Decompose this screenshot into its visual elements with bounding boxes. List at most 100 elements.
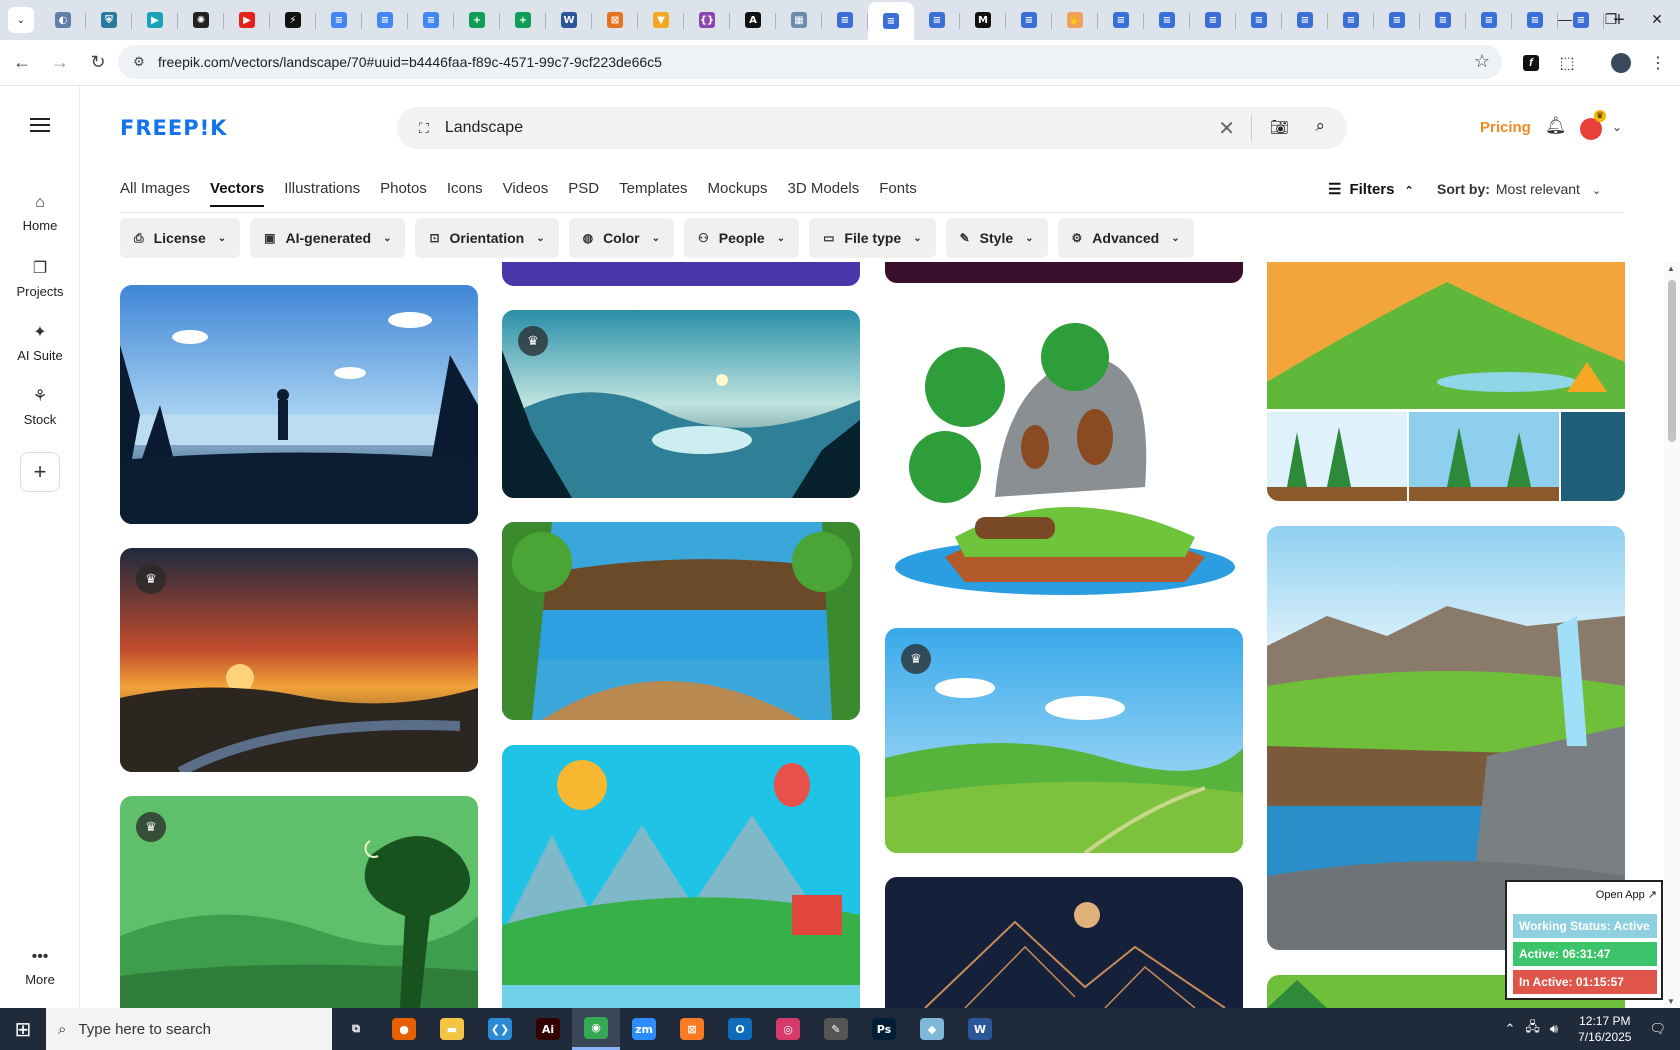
result-card[interactable]: ♛ xyxy=(885,628,1243,853)
search-type-icon[interactable]: ⛶ xyxy=(419,120,429,137)
result-card[interactable] xyxy=(885,307,1243,601)
sidebar-item-ai-suite[interactable]: ✦ AI Suite xyxy=(0,322,80,363)
taskbar-app[interactable]: W xyxy=(956,1008,1004,1050)
filter-file-type-button[interactable]: ▭ File type ⌄ xyxy=(809,218,936,258)
taskbar-app[interactable]: Ai xyxy=(524,1008,572,1050)
tab-psd[interactable]: PSD xyxy=(568,180,599,207)
browser-tab[interactable]: ≡ xyxy=(316,3,362,37)
taskbar-app[interactable]: ● xyxy=(380,1008,428,1050)
tab-3d-models[interactable]: 3D Models xyxy=(788,180,860,207)
sidebar-item-projects[interactable]: ❐ Projects xyxy=(0,258,80,299)
sidebar-item-home[interactable]: ⌂ Home xyxy=(0,194,80,233)
tab-search-dropdown[interactable]: ⌄ xyxy=(8,7,34,33)
browser-tab[interactable]: ⚡ xyxy=(270,3,316,37)
close-window-icon[interactable]: ✕ xyxy=(1634,0,1680,38)
taskbar-search[interactable]: ⌕ Type here to search xyxy=(46,1008,332,1050)
browser-tab[interactable]: ≡ xyxy=(1420,3,1466,37)
browser-tab[interactable]: {} xyxy=(684,3,730,37)
browser-tab[interactable]: ≡ xyxy=(914,3,960,37)
result-card[interactable] xyxy=(120,285,478,524)
tab-icons[interactable]: Icons xyxy=(447,180,483,207)
taskbar-app[interactable]: zm xyxy=(620,1008,668,1050)
scrollbar-thumb[interactable] xyxy=(1668,280,1676,442)
open-app-link[interactable]: Open App ↗ xyxy=(1596,888,1657,901)
sort-dropdown[interactable]: Sort by: Most relevant ⌄ xyxy=(1437,181,1601,197)
back-icon[interactable]: ← xyxy=(6,47,38,79)
result-card[interactable]: ♛ xyxy=(120,796,478,1008)
result-card[interactable] xyxy=(1267,262,1625,501)
filter-people-button[interactable]: ⚇ People ⌄ xyxy=(684,218,800,258)
search-input[interactable] xyxy=(444,119,1185,137)
extension-f-icon[interactable]: f xyxy=(1517,47,1545,79)
browser-tab[interactable]: ≡ xyxy=(1466,3,1512,37)
extensions-puzzle-icon[interactable]: ⬚ xyxy=(1553,47,1581,79)
scroll-down-icon[interactable]: ▼ xyxy=(1667,997,1675,1006)
browser-tab[interactable]: ⛨ xyxy=(86,3,132,37)
filter-style-button[interactable]: ✎ Style ⌄ xyxy=(945,218,1048,258)
browser-tab[interactable]: ≡ xyxy=(1236,3,1282,37)
tab-templates[interactable]: Templates xyxy=(619,180,687,207)
browser-tab[interactable]: ▦ xyxy=(776,3,822,37)
browser-tab[interactable]: + xyxy=(500,3,546,37)
browser-tab[interactable]: ≡ xyxy=(822,3,868,37)
taskbar-app[interactable]: ⧉ xyxy=(332,1008,380,1050)
profile-avatar[interactable] xyxy=(1607,47,1635,79)
filters-toggle[interactable]: ☰ Filters ⌃ xyxy=(1328,180,1414,198)
result-card[interactable] xyxy=(502,745,860,1008)
browser-tab[interactable]: ≡ xyxy=(1006,3,1052,37)
freepik-logo[interactable]: FREEP!K xyxy=(120,116,227,140)
omnibox[interactable]: ⚙ freepik.com/vectors/landscape/70#uuid=… xyxy=(118,45,1502,79)
browser-tab[interactable]: ≡ xyxy=(408,3,454,37)
tab-mockups[interactable]: Mockups xyxy=(707,180,767,207)
browser-tab[interactable]: ▶ xyxy=(224,3,270,37)
bookmark-star-icon[interactable]: ☆ xyxy=(1474,51,1490,72)
browser-tab[interactable]: ✺ xyxy=(178,3,224,37)
notifications-bell-icon[interactable]: 🔔︎ xyxy=(1545,116,1567,136)
tab-all-images[interactable]: All Images xyxy=(120,180,190,207)
filter-orientation-button[interactable]: ⊡ Orientation ⌄ xyxy=(415,218,559,258)
camera-search-icon[interactable]: 📷︎ xyxy=(1270,118,1289,136)
browser-tab[interactable]: ≡ xyxy=(1374,3,1420,37)
site-info-icon[interactable]: ⚙ xyxy=(124,54,154,70)
network-icon[interactable]: 🖧︎ xyxy=(1525,1018,1540,1040)
taskbar-app[interactable]: ◎ xyxy=(764,1008,812,1050)
clear-search-icon[interactable]: ✕ xyxy=(1218,116,1235,141)
clock[interactable]: 12:17 PM 7/16/2025 xyxy=(1578,1013,1631,1045)
browser-tab[interactable]: ≡ xyxy=(362,3,408,37)
minimize-icon[interactable]: — xyxy=(1542,0,1588,38)
pricing-link[interactable]: Pricing xyxy=(1480,119,1531,136)
browser-tab[interactable]: ≡ xyxy=(1190,3,1236,37)
url-text[interactable]: freepik.com/vectors/landscape/70#uuid=b4… xyxy=(158,54,662,70)
browser-menu-icon[interactable]: ⋮ xyxy=(1644,47,1672,79)
browser-tab[interactable]: ≡ xyxy=(868,2,914,40)
taskbar-app[interactable]: ◉ xyxy=(572,1008,620,1050)
page-scrollbar[interactable]: ▲ ▼ xyxy=(1664,262,1680,1008)
result-card[interactable]: ♛ xyxy=(120,548,478,772)
restore-icon[interactable]: ❐ xyxy=(1588,0,1634,38)
filter-license-button[interactable]: ⎙ License ⌄ xyxy=(120,218,241,258)
browser-tab[interactable]: ▼ xyxy=(638,3,684,37)
chevron-up-icon[interactable]: ⌃ xyxy=(1504,1021,1515,1037)
tab-illustrations[interactable]: Illustrations xyxy=(284,180,360,207)
browser-tab[interactable]: ⊠ xyxy=(592,3,638,37)
browser-tab[interactable]: M xyxy=(960,3,1006,37)
result-card[interactable] xyxy=(502,522,860,720)
result-card[interactable] xyxy=(885,877,1243,1008)
tab-photos[interactable]: Photos xyxy=(380,180,427,207)
taskbar-app[interactable]: ◆ xyxy=(908,1008,956,1050)
browser-tab[interactable]: ✋ xyxy=(1052,3,1098,37)
menu-icon[interactable] xyxy=(30,118,50,132)
taskbar-app[interactable]: Ps xyxy=(860,1008,908,1050)
browser-tab[interactable]: ≡ xyxy=(1098,3,1144,37)
browser-tab[interactable]: ≡ xyxy=(1282,3,1328,37)
taskbar-app[interactable]: O xyxy=(716,1008,764,1050)
forward-icon[interactable]: → xyxy=(44,47,76,79)
tab-videos[interactable]: Videos xyxy=(503,180,549,207)
chevron-down-icon[interactable]: ⌄ xyxy=(1612,120,1622,134)
volume-icon[interactable]: 🔊︎ xyxy=(1550,1021,1558,1037)
sidebar-item-more[interactable]: ••• More xyxy=(0,948,80,987)
browser-tab[interactable]: A xyxy=(730,3,776,37)
reload-icon[interactable]: ↻ xyxy=(82,47,114,79)
browser-tab[interactable]: + xyxy=(454,3,500,37)
search-icon[interactable]: ⌕ xyxy=(1315,116,1325,136)
